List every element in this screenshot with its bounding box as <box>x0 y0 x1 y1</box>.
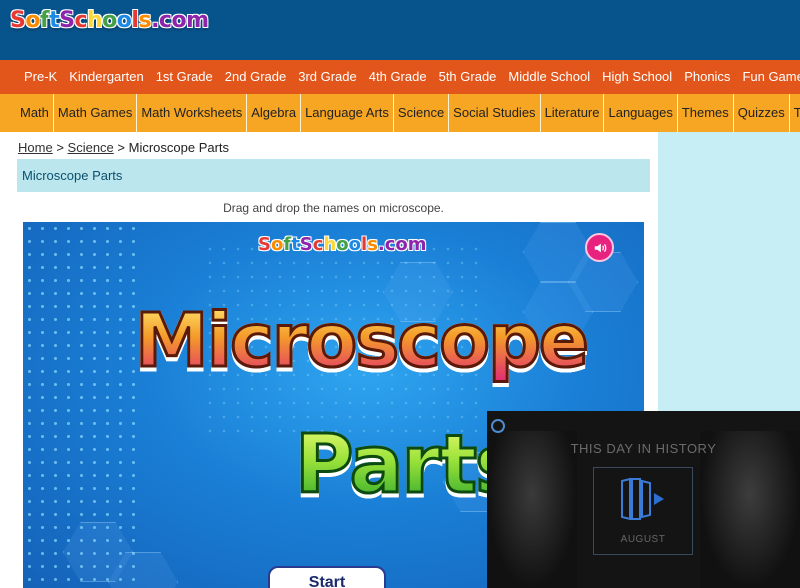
breadcrumb-home-link[interactable]: Home <box>18 140 53 155</box>
nav-item-quizzes[interactable]: Quizzes <box>732 94 789 132</box>
nav-item-3rd-grade[interactable]: 3rd Grade <box>292 60 363 94</box>
nav-item-timelines[interactable]: Timelines <box>788 94 800 132</box>
breadcrumb-current: Microscope Parts <box>128 140 230 155</box>
page-title-bar: Microscope Parts <box>17 159 650 192</box>
nav-item-math-worksheets[interactable]: Math Worksheets <box>136 94 246 132</box>
nav-item-languages[interactable]: Languages <box>603 94 676 132</box>
nav-item-social-studies[interactable]: Social Studies <box>448 94 539 132</box>
play-icon[interactable] <box>618 473 670 525</box>
breadcrumb: Home > Science > Microscope Parts <box>18 140 229 155</box>
video-month-label: AUGUST <box>620 534 666 545</box>
start-button[interactable]: Start <box>268 566 386 588</box>
page-title: Microscope Parts <box>22 168 123 183</box>
site-header: SoftSchools.com <box>0 0 800 60</box>
primary-nav: Pre-K Kindergarten 1st Grade 2nd Grade 3rd G… <box>0 60 800 94</box>
sound-toggle-button[interactable] <box>585 233 614 262</box>
secondary-nav: Math Math Games Math Worksheets Algebra Lang… <box>0 94 800 132</box>
nav-item-5th-grade[interactable]: 5th Grade <box>433 60 503 94</box>
breadcrumb-separator: > <box>56 140 64 155</box>
nav-item-middle-school[interactable]: Middle School <box>502 60 596 94</box>
game-title-line1: Microscope <box>133 297 590 386</box>
nav-item-high-school[interactable]: High School <box>596 60 678 94</box>
breadcrumb-science-link[interactable]: Science <box>68 140 114 155</box>
nav-item-fun-games[interactable]: Fun Games <box>736 60 800 94</box>
brand-ring-icon <box>491 419 505 433</box>
nav-item-1st-grade[interactable]: 1st Grade <box>150 60 219 94</box>
nav-item-math-games[interactable]: Math Games <box>52 94 136 132</box>
nav-item-math[interactable]: Math <box>0 94 53 132</box>
nav-item-kindergarten[interactable]: Kindergarten <box>63 60 149 94</box>
video-heading: THIS DAY IN HISTORY <box>570 441 717 456</box>
nav-item-themes[interactable]: Themes <box>676 94 733 132</box>
speaker-icon <box>594 243 606 253</box>
nav-item-4th-grade[interactable]: 4th Grade <box>363 60 433 94</box>
game-instructions: Drag and drop the names on microscope. <box>223 201 444 215</box>
nav-item-language-arts[interactable]: Language Arts <box>300 94 393 132</box>
nav-item-pre-k[interactable]: Pre-K <box>0 60 63 94</box>
site-logo[interactable]: SoftSchools.com <box>10 8 209 33</box>
breadcrumb-separator: > <box>117 140 125 155</box>
nav-item-2nd-grade[interactable]: 2nd Grade <box>219 60 292 94</box>
nav-item-science[interactable]: Science <box>392 94 448 132</box>
game-logo: SoftSchools.com <box>258 234 427 255</box>
nav-item-algebra[interactable]: Algebra <box>246 94 300 132</box>
nav-item-literature[interactable]: Literature <box>539 94 604 132</box>
video-ad-player[interactable]: THIS DAY IN HISTORY AUGUST <box>487 411 800 588</box>
nav-item-phonics[interactable]: Phonics <box>678 60 736 94</box>
